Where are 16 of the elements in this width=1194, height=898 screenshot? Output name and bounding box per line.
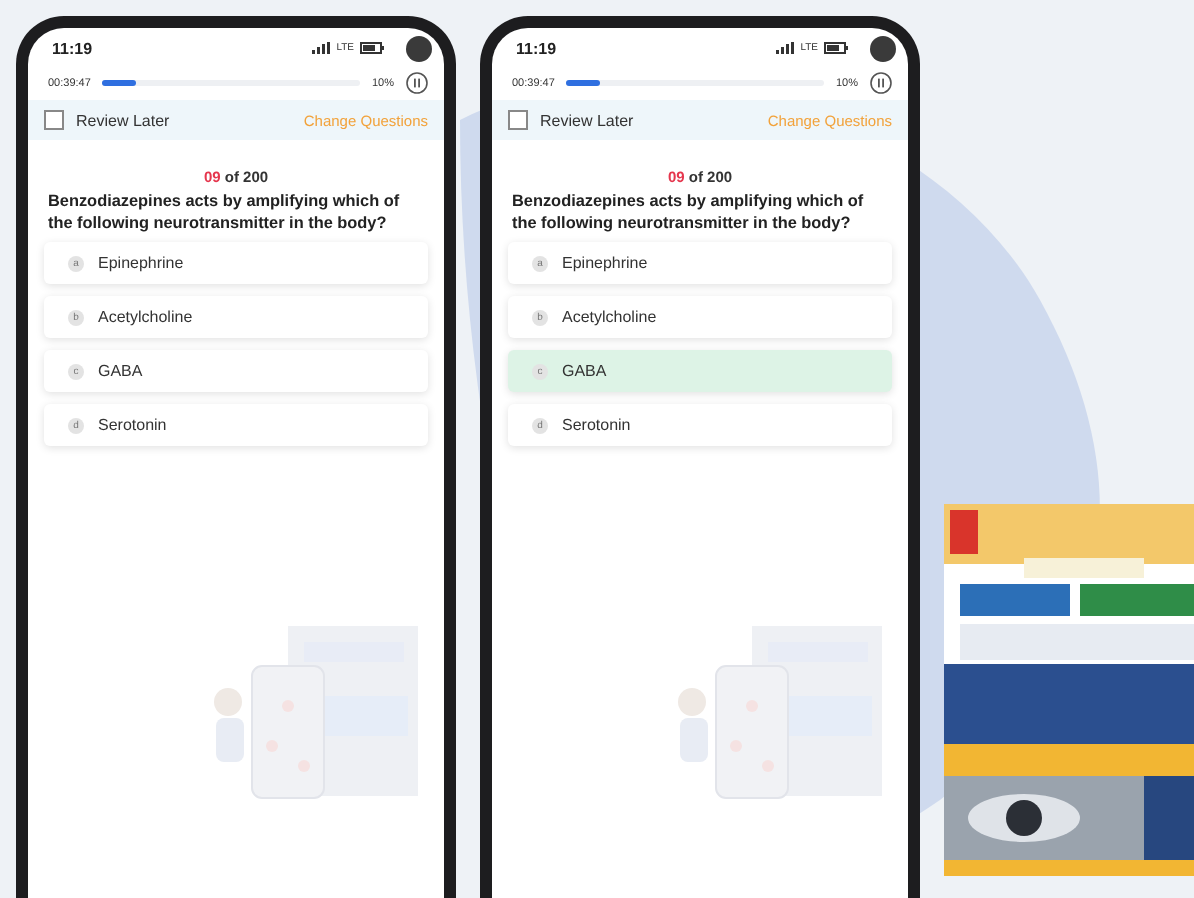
- pause-icon[interactable]: [406, 72, 428, 94]
- signal-icon: [776, 42, 795, 54]
- status-time: 11:19: [52, 39, 93, 57]
- question-text: Benzodiazepines acts by amplifying which of the following neurotransmitter in the body?: [46, 190, 402, 235]
- review-later-label: Review Later: [76, 111, 170, 129]
- review-later-label: Review Later: [540, 111, 634, 129]
- battery-icon: [360, 42, 384, 54]
- review-checkbox[interactable]: [44, 110, 64, 130]
- review-checkbox[interactable]: [508, 110, 528, 130]
- status-time: 11:19: [516, 39, 557, 57]
- battery-icon: [824, 42, 848, 54]
- signal-icon: [312, 42, 331, 54]
- pause-icon[interactable]: [870, 72, 892, 94]
- avatar-icon[interactable]: [406, 36, 432, 62]
- question-text: Benzodiazepines acts by amplifying which of the following neurotransmitter in the body?: [510, 190, 866, 235]
- avatar-icon[interactable]: [870, 36, 896, 62]
